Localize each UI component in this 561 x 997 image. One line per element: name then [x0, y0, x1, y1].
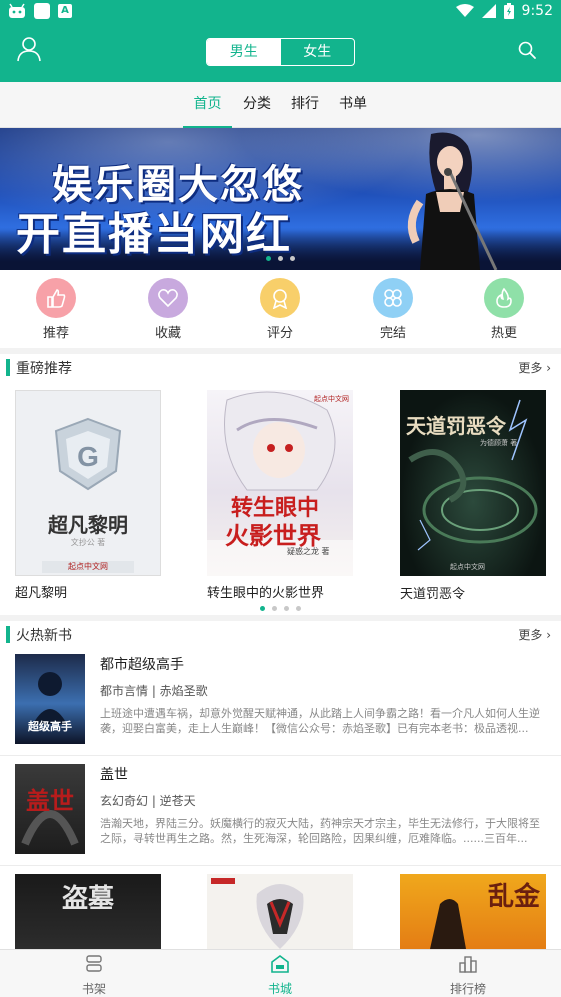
tab-male[interactable]: 男生	[207, 39, 281, 65]
banner-line2: 开直播当网红	[16, 209, 292, 260]
featured-book-cover[interactable]: 转生眼中 火影世界 疑惑之龙 著 起点中文网	[207, 390, 353, 576]
quick-hot-update[interactable]: 热更	[474, 278, 534, 341]
tab-home[interactable]: 首页	[183, 82, 232, 128]
nav-bookshelf[interactable]: 书架	[54, 954, 134, 997]
book-meta: 玄幻奇幻 | 逆苍天	[100, 794, 196, 808]
status-bar: A 9:52	[0, 0, 561, 24]
user-icon[interactable]	[16, 36, 42, 62]
quick-recommend[interactable]: 推荐	[26, 278, 86, 341]
more-link[interactable]: 更多 ›	[518, 626, 551, 643]
featured-book-title[interactable]: 转生眼中的火影世界	[207, 582, 324, 601]
featured-header: 重磅推荐 更多 ›	[0, 354, 561, 382]
featured-book-cover[interactable]: 天道罚恶令 为德顾萧 著 起点中文网	[400, 390, 546, 576]
more-link[interactable]: 更多 ›	[518, 359, 551, 376]
book-description: 上班途中遭遇车祸，却意外觉醒天赋神通，从此踏上人间争霸之路！看一介凡人如何人生逆…	[100, 707, 540, 735]
store-icon	[271, 955, 289, 973]
pager-dot	[266, 256, 271, 261]
gender-toggle: 男生 女生	[206, 38, 355, 66]
thumbs-up-icon	[47, 289, 66, 308]
quick-label: 推荐	[42, 326, 69, 341]
promo-banner[interactable]: 娱乐圈大忽悠 开直播当网红	[0, 128, 561, 270]
section-title: 火热新书	[16, 628, 72, 644]
heart-icon	[158, 289, 178, 308]
quick-links: 推荐 收藏 评分 完结 热更	[0, 270, 561, 348]
quick-favorites[interactable]: 收藏	[138, 278, 198, 341]
podium-icon	[459, 956, 477, 973]
book-title: 盖世	[100, 767, 128, 783]
pager-dot	[278, 256, 283, 261]
book-meta: 都市言情 | 赤焰圣歌	[100, 684, 208, 698]
opera-mask-illustration	[211, 878, 304, 949]
pager-dot	[260, 606, 265, 611]
quick-label: 收藏	[154, 326, 181, 341]
quick-completed[interactable]: 完结	[363, 278, 423, 341]
featured-book-title[interactable]: 超凡黎明	[15, 582, 67, 601]
featured-book-title[interactable]: 天道罚恶令	[400, 583, 465, 602]
book-thumbnail: 盖世	[15, 764, 85, 854]
pager-dot	[296, 606, 301, 611]
pager-dot	[272, 606, 277, 611]
book-thumbnail: 超级高手	[15, 654, 85, 744]
section-title: 重磅推荐	[16, 361, 72, 377]
quick-label: 完结	[379, 326, 406, 341]
tab-booklist[interactable]: 书单	[336, 82, 370, 128]
book-cover[interactable]: 盗墓	[15, 874, 161, 949]
battery-icon	[503, 3, 514, 19]
new-books-header: 火热新书 更多 ›	[0, 621, 561, 649]
signal-icon	[481, 4, 496, 18]
chevron-right-icon: ›	[546, 361, 551, 375]
award-icon	[272, 289, 288, 309]
bottom-nav: 书架 书城 排行榜	[0, 949, 561, 997]
book-cover[interactable]: 乱金	[400, 874, 546, 949]
tab-ranking[interactable]: 排行	[288, 82, 322, 128]
channel-tabs: 首页 分类 排行 书单	[0, 82, 561, 128]
clover-icon	[384, 289, 402, 307]
chevron-right-icon: ›	[546, 628, 551, 642]
book-cover[interactable]	[207, 874, 353, 949]
list-item[interactable]: 盖世 盖世 玄幻奇幻 | 逆苍天 浩瀚天地，界陆三分。妖魔横行的寂灭大陆，药神宗…	[0, 756, 561, 866]
banner-pager	[0, 256, 561, 261]
book-title: 都市超级高手	[100, 657, 184, 673]
tab-category[interactable]: 分类	[240, 82, 274, 128]
nav-ranking[interactable]: 排行榜	[428, 954, 508, 997]
pager-dot	[290, 256, 295, 261]
nav-bookstore[interactable]: 书城	[240, 954, 320, 997]
clock: 9:52	[521, 3, 553, 19]
tab-female[interactable]: 女生	[281, 39, 355, 65]
singer-illustration	[407, 132, 498, 270]
book-description: 浩瀚天地，界陆三分。妖魔横行的寂灭大陆，药神宗天才宗主，毕生无法修行，于大限将至…	[100, 817, 540, 845]
list-item[interactable]: 超级高手 都市超级高手 都市言情 | 赤焰圣歌 上班途中遭遇车祸，却意外觉醒天赋…	[0, 646, 561, 756]
quick-label: 评分	[266, 326, 293, 341]
pager-dot	[284, 606, 289, 611]
svg-text:G: G	[77, 441, 99, 472]
app-root: A 9:52 男生 女生 首页 分类 排行 书单 娱乐圈大忽悠 开直播当网红 推…	[0, 0, 561, 997]
quick-label: 热更	[490, 326, 517, 341]
quick-rating[interactable]: 评分	[250, 278, 310, 341]
top-bar: A 9:52 男生 女生	[0, 0, 561, 82]
featured-pager	[0, 606, 561, 611]
notification-icon	[34, 3, 50, 19]
wifi-icon	[455, 4, 474, 17]
app-badge-icon: A	[58, 4, 72, 18]
search-icon[interactable]	[517, 40, 537, 60]
android-icon	[9, 3, 25, 18]
featured-book-cover[interactable]: G 超凡黎明 文抄公 著 起点中文网	[15, 390, 161, 576]
bookshelf-icon	[86, 955, 102, 972]
shield-emblem-icon: G	[42, 417, 134, 573]
flame-icon	[496, 287, 512, 308]
